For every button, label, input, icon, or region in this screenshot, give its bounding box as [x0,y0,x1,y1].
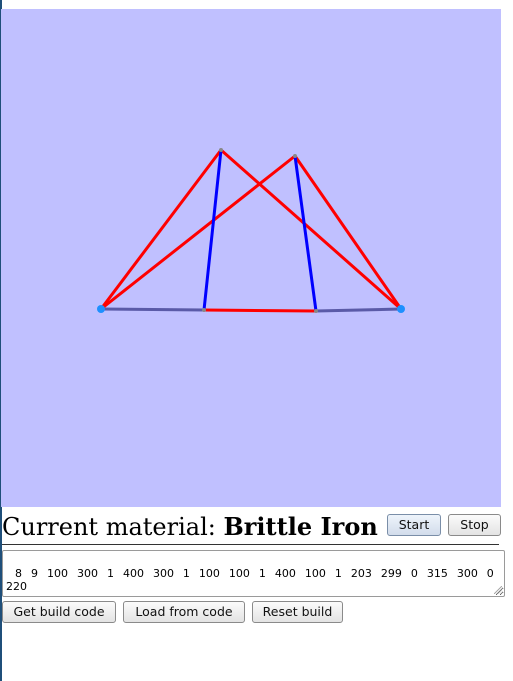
divider [2,544,499,545]
material-display: Current material: Brittle Iron [2,511,378,543]
truss-joint-6[interactable] [314,309,318,313]
truss-member-1 [99,307,206,312]
start-button[interactable]: Start [387,514,441,536]
truss-joint-4[interactable] [293,154,297,158]
truss-joint-3[interactable] [219,148,223,152]
truss-member-2 [202,308,318,313]
build-code-text: 8 9 100 300 1 400 300 1 100 100 1 400 10… [6,566,494,597]
stop-button[interactable]: Stop [448,514,501,536]
material-name: Brittle Iron [223,512,378,541]
load-from-code-button[interactable]: Load from code [123,601,245,623]
truss-members [99,148,403,313]
resize-grip-icon[interactable] [494,586,502,594]
reset-build-button[interactable]: Reset build [252,601,343,623]
get-build-code-button[interactable]: Get build code [2,601,116,623]
anchor-joint-2[interactable] [397,305,405,313]
build-code-textarea[interactable]: 8 9 100 300 1 400 300 1 100 100 1 400 10… [2,550,505,597]
truss-member-8 [202,148,223,312]
truss-joints[interactable] [97,148,405,313]
simulation-canvas[interactable] [1,9,501,507]
truss-member-7 [293,154,403,311]
truss-member-3 [314,307,403,313]
material-row: Current material: Brittle Iron Start Sto… [2,511,502,545]
truss-joint-5[interactable] [202,308,206,312]
anchor-joint-1[interactable] [97,305,105,313]
material-label: Current material: [2,513,216,541]
